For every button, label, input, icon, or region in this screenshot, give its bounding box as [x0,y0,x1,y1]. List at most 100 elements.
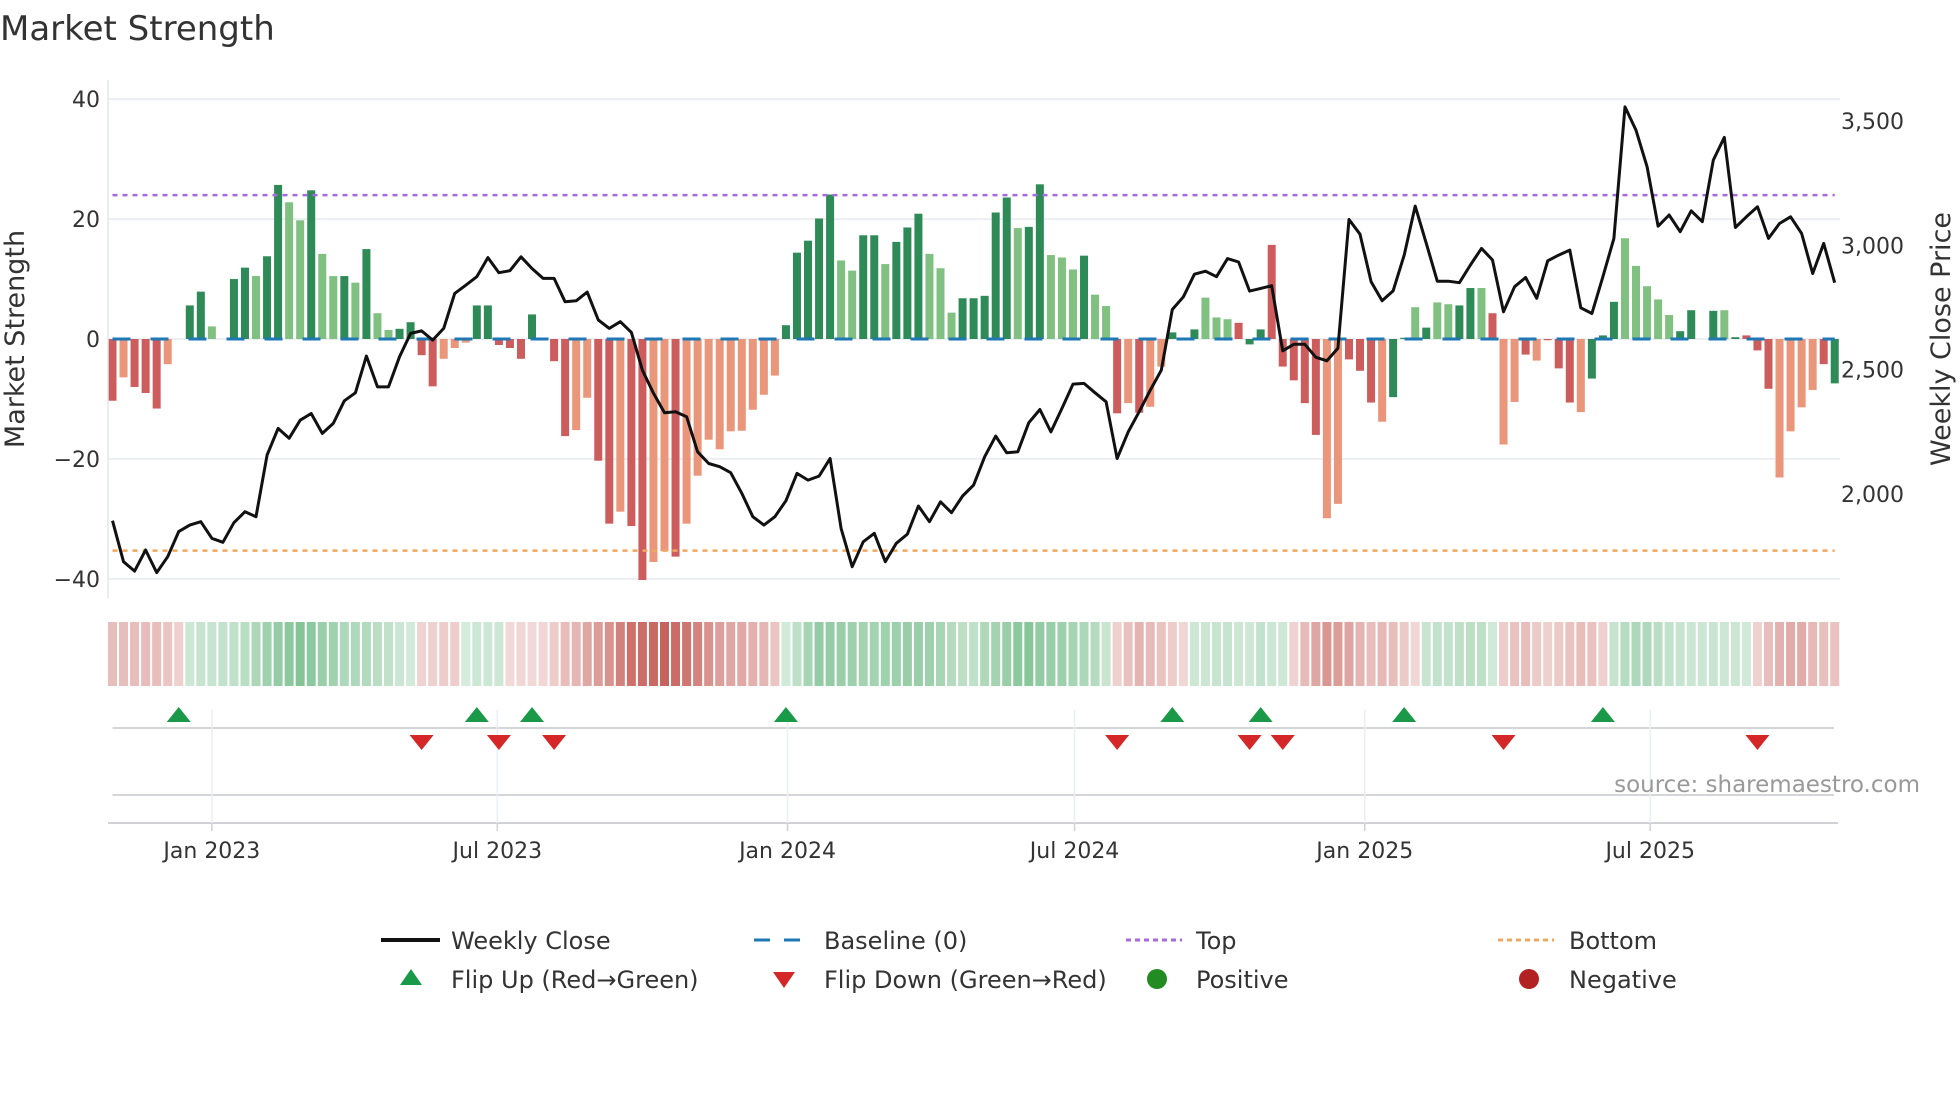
strength-bar [351,282,360,339]
strip-cell [1366,622,1376,686]
strip-cell [218,622,228,686]
strip-cell [980,622,990,686]
source-credit: source: sharemaestro.com [1614,772,1920,798]
strip-cell [384,622,393,686]
strength-bar [263,256,272,339]
strip-cell [472,622,482,686]
strength-bar [1532,339,1541,361]
strip-cell [152,622,162,686]
strength-bar [892,241,901,339]
strength-bar [1731,337,1740,339]
legend-label: Positive [1196,966,1289,994]
strip-cell [1399,622,1409,686]
y2-tick-label: 2,500 [1841,359,1904,384]
strip-cell [715,622,725,686]
strip-cell [682,622,692,686]
strength-bar [1046,255,1055,339]
strip-cell [1708,622,1718,686]
strength-bar [881,264,890,339]
strip-cell [1532,622,1542,686]
positive-dot-icon [1147,969,1167,989]
strength-bar [859,235,868,339]
strength-bar [1212,317,1221,339]
strength-bar [759,339,768,395]
strip-cell [1808,622,1818,686]
strength-bar [428,339,437,387]
strength-bar [1753,339,1762,351]
strip-cell [803,622,813,686]
legend-label: Flip Down (Green→Red) [824,966,1107,994]
strength-bar [781,325,790,339]
strip-cell [1002,622,1012,686]
strip-cell [1200,622,1210,686]
strength-bar [1521,339,1530,355]
strip-cell [295,622,305,686]
strip-cell [1432,622,1442,686]
strength-bar [1344,339,1353,360]
strip-cell [240,622,250,686]
y2-tick-label: 3,500 [1841,110,1904,135]
y2-tick-label: 3,000 [1841,234,1904,259]
strength-bar [1135,339,1144,413]
strength-bar [561,339,570,437]
strip-cell [958,622,968,686]
strength-bar [1333,339,1342,504]
strip-cell [1786,622,1796,686]
strength-bar [1830,339,1839,384]
strip-cell [461,622,471,686]
strip-cell [350,622,360,686]
strip-cell [1730,622,1740,686]
strength-bar [240,267,249,339]
legend-label: Baseline (0) [824,927,967,955]
strip-cell [737,622,747,686]
strip-cell [1388,622,1398,686]
strength-bar [1654,299,1663,339]
strip-cell [770,622,780,686]
strength-bar [274,184,283,339]
strength-bar [1808,339,1817,390]
strip-cell [1719,622,1729,686]
strength-bar [1665,315,1674,339]
strength-bar [1576,339,1585,413]
strip-cell [1752,622,1762,686]
strength-bar [1068,269,1077,339]
strength-bar [1709,310,1718,339]
strength-bar [516,339,525,359]
strip-cell [1234,622,1244,686]
strip-cell [229,622,239,686]
strength-bar [870,235,879,339]
strength-bar [969,298,978,339]
strip-cell [1510,622,1520,686]
strip-cell [1587,622,1597,686]
strength-bar [947,312,956,339]
strength-bar [1543,339,1552,341]
strength-bar [671,339,680,557]
strength-bar [804,240,813,339]
strip-cell [317,622,327,686]
regime-strip [108,622,1840,686]
strip-cell [1476,622,1486,686]
strip-cell [1764,622,1773,686]
strength-bar [108,339,117,401]
strip-cell [1797,622,1807,686]
strip-cell [1576,622,1586,686]
strip-cell [1488,622,1497,686]
x-tick-label: Jan 2023 [161,839,260,864]
strip-cell [902,622,912,686]
strength-bar [285,202,294,339]
strip-cell [991,622,1001,686]
strip-cell [130,622,140,686]
strip-cell [1775,622,1785,686]
strength-bar [903,227,912,339]
strength-bar [1057,257,1066,339]
y-tick-label: 0 [86,328,100,353]
strength-bar [1499,339,1508,445]
strip-cell [869,622,879,686]
strip-cell [936,622,945,686]
strength-bar [417,339,426,356]
strength-bar [340,276,349,339]
strip-cell [483,622,493,686]
strength-bar [704,339,713,440]
strip-cell [1068,622,1078,686]
strength-bar [1411,307,1420,339]
